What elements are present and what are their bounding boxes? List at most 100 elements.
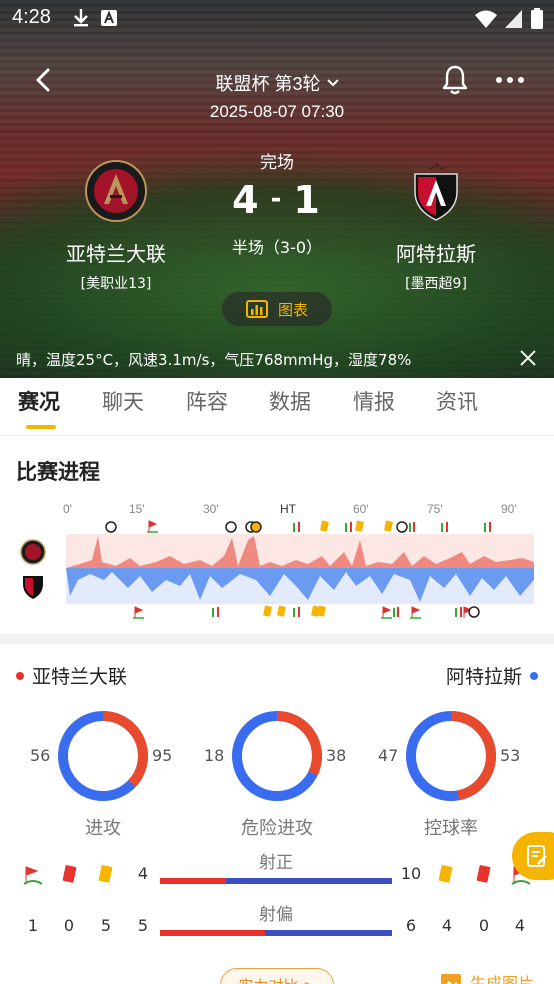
timeline-ticks: 0' 15' 30' HT 60' 75' 90' bbox=[63, 502, 517, 516]
away-shots-off-target: 6 bbox=[405, 916, 417, 935]
floating-note-button[interactable] bbox=[512, 832, 554, 880]
substitution-icon bbox=[455, 607, 462, 617]
strength-compare-button[interactable]: 实力对比 > bbox=[220, 968, 334, 984]
corner-flag-icon bbox=[381, 606, 392, 619]
yellow-card-icon bbox=[438, 865, 453, 883]
home-team-mini-logo bbox=[20, 539, 46, 565]
danger-ring bbox=[232, 711, 322, 801]
home-score: 4 bbox=[232, 178, 261, 222]
corner-flag-icon bbox=[410, 606, 421, 619]
goal-ball-icon bbox=[396, 521, 408, 533]
atlas-fc-logo bbox=[414, 162, 458, 221]
away-color-dot bbox=[530, 671, 538, 680]
stats-home-name: 亚特兰大联 bbox=[32, 666, 128, 688]
goal-ball-icon bbox=[105, 521, 117, 533]
bell-icon[interactable] bbox=[440, 64, 470, 96]
tab-chat[interactable]: 聊天 bbox=[102, 386, 144, 416]
attack-label: 进攻 bbox=[85, 818, 121, 839]
possession-ring bbox=[406, 711, 496, 801]
donut-possession: 47 53 控球率 bbox=[376, 706, 526, 839]
substitution-icon bbox=[293, 522, 300, 532]
status-system-icons bbox=[474, 8, 544, 30]
substitution-icon bbox=[212, 607, 219, 617]
image-icon bbox=[441, 974, 461, 984]
away-red-cards: 0 bbox=[478, 916, 490, 935]
away-shots-on-target: 10 bbox=[400, 864, 422, 883]
red-card-icon bbox=[476, 865, 491, 883]
signal-icon bbox=[505, 10, 522, 28]
tab-intel[interactable]: 情报 bbox=[353, 386, 395, 416]
danger-label: 危险进攻 bbox=[241, 818, 313, 839]
yellow-card-icon bbox=[98, 865, 113, 883]
home-red-cards: 0 bbox=[63, 916, 75, 935]
match-progress-timeline: 0' 15' 30' HT 60' 75' 90' bbox=[20, 502, 534, 619]
possession-label: 控球率 bbox=[424, 818, 478, 839]
round-selector[interactable]: 联盟杯 第3轮 bbox=[215, 70, 339, 96]
tab-overview[interactable]: 赛况 bbox=[18, 386, 60, 416]
tick-60: 60' bbox=[353, 502, 369, 516]
stats-away-name: 阿特拉斯 bbox=[445, 666, 522, 688]
tab-bar: 赛况 聊天 阵容 数据 情报 资讯 bbox=[0, 378, 554, 436]
chart-button-label: 图表 bbox=[277, 300, 308, 319]
donut-attack: 56 95 进攻 bbox=[28, 706, 178, 839]
away-team[interactable]: 阿特拉斯 [墨西超9] bbox=[356, 160, 516, 293]
close-icon[interactable] bbox=[518, 348, 538, 368]
tick-0: 0' bbox=[63, 502, 72, 516]
shots-on-target-row: 4 射正 10 bbox=[0, 853, 554, 896]
chevron-down-icon bbox=[326, 79, 339, 87]
yellow-card-icon bbox=[320, 520, 329, 532]
substitution-icon bbox=[409, 522, 415, 532]
corner-flag-icon bbox=[23, 866, 43, 885]
bar-chart-icon bbox=[245, 300, 268, 318]
corner-flag-icon bbox=[147, 520, 158, 533]
yellow-card-icon bbox=[384, 520, 393, 532]
away-events bbox=[133, 605, 480, 619]
substitution-icon bbox=[345, 522, 352, 532]
tab-lineup[interactable]: 阵容 bbox=[186, 386, 228, 416]
status-notification-icons bbox=[72, 8, 118, 28]
tick-75: 75' bbox=[427, 502, 443, 516]
home-team[interactable]: 亚特兰大联 [美职业13] bbox=[36, 160, 196, 293]
possession-away-value: 53 bbox=[500, 746, 521, 765]
shots-off-target-home-bar bbox=[160, 930, 265, 936]
away-team-mini-logo bbox=[23, 576, 43, 599]
away-score: 1 bbox=[293, 178, 322, 222]
status-time: 4:28 bbox=[12, 6, 51, 28]
score-separator: - bbox=[270, 184, 284, 214]
shots-off-target-away-bar bbox=[265, 930, 392, 936]
generate-image-button[interactable]: 生成图片 bbox=[440, 970, 534, 984]
attack-away-value: 95 bbox=[152, 746, 173, 765]
tick-15: 15' bbox=[129, 502, 145, 516]
more-options-icon[interactable] bbox=[494, 68, 526, 92]
away-corners: 4 bbox=[514, 916, 526, 935]
tab-data[interactable]: 数据 bbox=[269, 386, 311, 416]
match-datetime: 2025-08-07 07:30 bbox=[209, 102, 345, 121]
active-tab-indicator bbox=[26, 425, 56, 429]
round-title: 联盟杯 第3轮 bbox=[215, 74, 321, 94]
shots-on-target-label: 射正 bbox=[259, 853, 293, 873]
shots-on-target-home-bar bbox=[160, 878, 226, 884]
chart-button[interactable]: 图表 bbox=[222, 292, 332, 326]
progress-title: 比赛进程 bbox=[16, 460, 100, 484]
goal-ball-icon bbox=[250, 521, 262, 533]
atlanta-united-logo bbox=[85, 160, 147, 222]
home-shots-off-target: 5 bbox=[137, 916, 149, 935]
red-card-icon bbox=[62, 865, 77, 883]
substitution-icon bbox=[393, 607, 399, 617]
generate-image-label: 生成图片 bbox=[470, 974, 535, 984]
section-divider bbox=[0, 634, 554, 644]
shots-on-target-away-bar bbox=[226, 878, 392, 884]
match-header: 4:28 联盟杯 第3轮 2025-08-07 07:30 完场 4 - 1 半… bbox=[0, 0, 554, 378]
away-team-name: 阿特拉斯 bbox=[396, 242, 476, 266]
goal-ball-icon bbox=[468, 606, 480, 618]
yellow-card-icon bbox=[263, 605, 272, 617]
substitution-icon bbox=[484, 522, 491, 532]
danger-away-value: 38 bbox=[326, 746, 347, 765]
home-team-rank: [美职业13] bbox=[80, 276, 152, 292]
tab-news[interactable]: 资讯 bbox=[436, 386, 478, 416]
possession-home-value: 47 bbox=[378, 746, 399, 765]
attack-ring bbox=[58, 711, 148, 801]
shots-off-target-row: 1 0 5 5 射偏 6 4 0 4 bbox=[0, 905, 554, 948]
home-team-name: 亚特兰大联 bbox=[66, 242, 166, 266]
yellow-card-icon bbox=[277, 605, 286, 617]
